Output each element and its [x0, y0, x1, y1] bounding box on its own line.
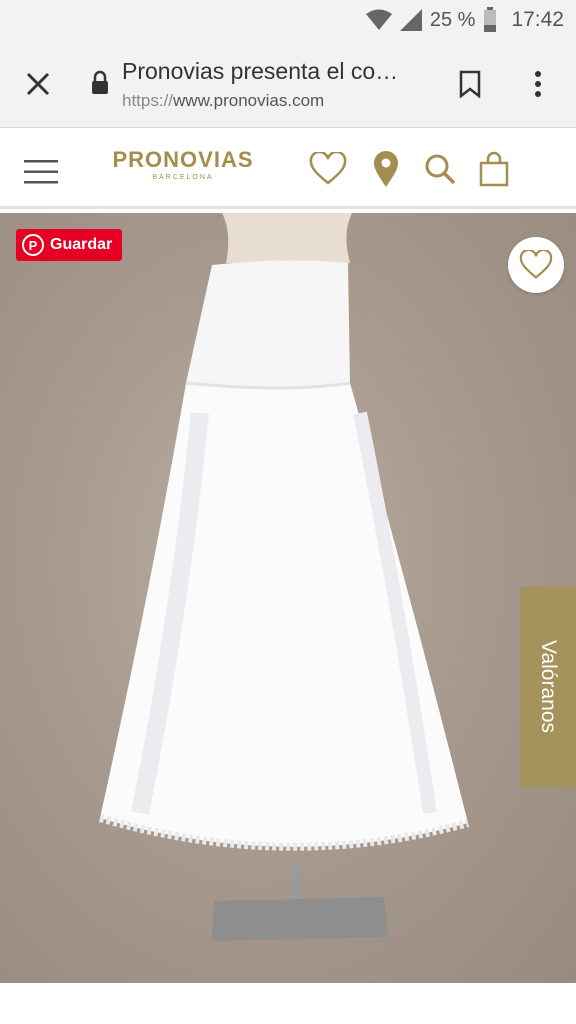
store-locator-button[interactable] [366, 149, 406, 189]
lock-icon [92, 70, 108, 94]
battery-icon [484, 7, 497, 32]
page-bottom [0, 983, 576, 1024]
status-bar: 25 % 17:42 [0, 0, 576, 40]
url-host: www.pronovias.com [173, 91, 325, 110]
page-title[interactable]: Pronovias presenta el co… [122, 58, 432, 85]
heart-icon [309, 152, 347, 185]
battery-percent: 25 % [429, 8, 476, 31]
overflow-menu-button[interactable] [520, 64, 556, 104]
bookmark-button[interactable] [452, 64, 488, 104]
rate-us-label: Valóranos [537, 640, 560, 734]
brand-logo[interactable]: PRONOVIAS BARCELONA [104, 147, 262, 181]
pinterest-save-label: Guardar [50, 236, 113, 253]
search-button[interactable] [420, 149, 460, 189]
wishlist-button[interactable] [308, 149, 348, 189]
heart-icon [519, 250, 553, 279]
product-image[interactable]: P Guardar Valóranos [0, 213, 576, 983]
more-vert-icon [535, 71, 541, 97]
search-icon [425, 154, 456, 185]
site-header: PRONOVIAS BARCELONA [0, 129, 576, 209]
menu-icon[interactable] [24, 159, 60, 185]
close-icon [26, 72, 50, 96]
favorite-button[interactable] [508, 237, 564, 293]
pinterest-save-button[interactable]: P Guardar [16, 229, 123, 261]
shopping-bag-icon [479, 151, 509, 187]
brand-name: PRONOVIAS [112, 147, 254, 172]
signal-icon [399, 9, 422, 31]
url-bar[interactable]: https://www.pronovias.com [122, 91, 324, 111]
status-icons: 25 % 17:42 [365, 6, 564, 34]
location-pin-icon [374, 151, 398, 187]
url-scheme: https:// [122, 91, 174, 110]
close-button[interactable] [18, 64, 58, 104]
petticoat-illustration [98, 213, 470, 941]
cart-button[interactable] [474, 149, 514, 189]
bookmark-icon [459, 70, 481, 98]
wifi-icon [365, 9, 392, 30]
brand-subtitle: BARCELONA [152, 174, 214, 181]
browser-toolbar: Pronovias presenta el co… https://www.pr… [0, 40, 576, 128]
pinterest-icon: P [22, 234, 44, 256]
rate-us-tab[interactable]: Valóranos [520, 587, 576, 787]
clock: 17:42 [511, 8, 564, 31]
